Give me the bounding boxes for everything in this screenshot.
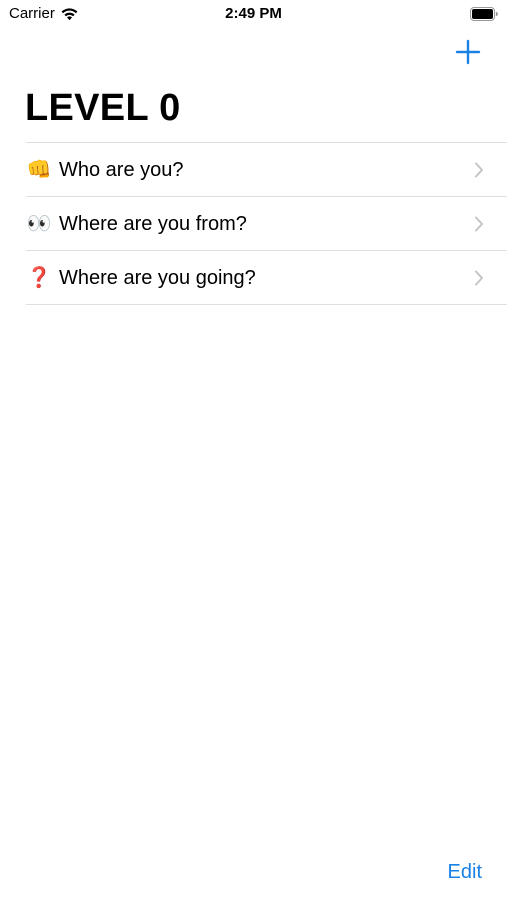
fist-emoji-icon: 👊 xyxy=(26,158,52,181)
add-button[interactable] xyxy=(454,38,482,66)
edit-button[interactable]: Edit xyxy=(448,861,482,884)
question-mark-emoji-icon: ❓ xyxy=(26,266,52,289)
status-time: 2:49 PM xyxy=(225,5,282,22)
list-item-label: Who are you? xyxy=(59,158,184,181)
list-item-label: Where are you from? xyxy=(59,212,247,235)
list-item[interactable]: ❓ Where are you going? xyxy=(0,251,507,304)
plus-icon xyxy=(455,39,481,65)
battery-icon xyxy=(470,7,498,21)
chevron-right-icon xyxy=(475,270,483,286)
chevron-right-icon xyxy=(475,216,483,232)
list-item[interactable]: 👊 Who are you? xyxy=(0,143,507,196)
list-item-label: Where are you going? xyxy=(59,266,256,289)
separator xyxy=(26,304,507,305)
question-list: 👊 Who are you? 👀 Where are you from? ❓ W… xyxy=(0,142,507,305)
status-bar: Carrier 2:49 PM xyxy=(0,0,507,30)
page-title: LEVEL 0 xyxy=(25,87,181,129)
chevron-right-icon xyxy=(475,162,483,178)
eyes-emoji-icon: 👀 xyxy=(26,212,52,235)
list-item[interactable]: 👀 Where are you from? xyxy=(0,197,507,250)
